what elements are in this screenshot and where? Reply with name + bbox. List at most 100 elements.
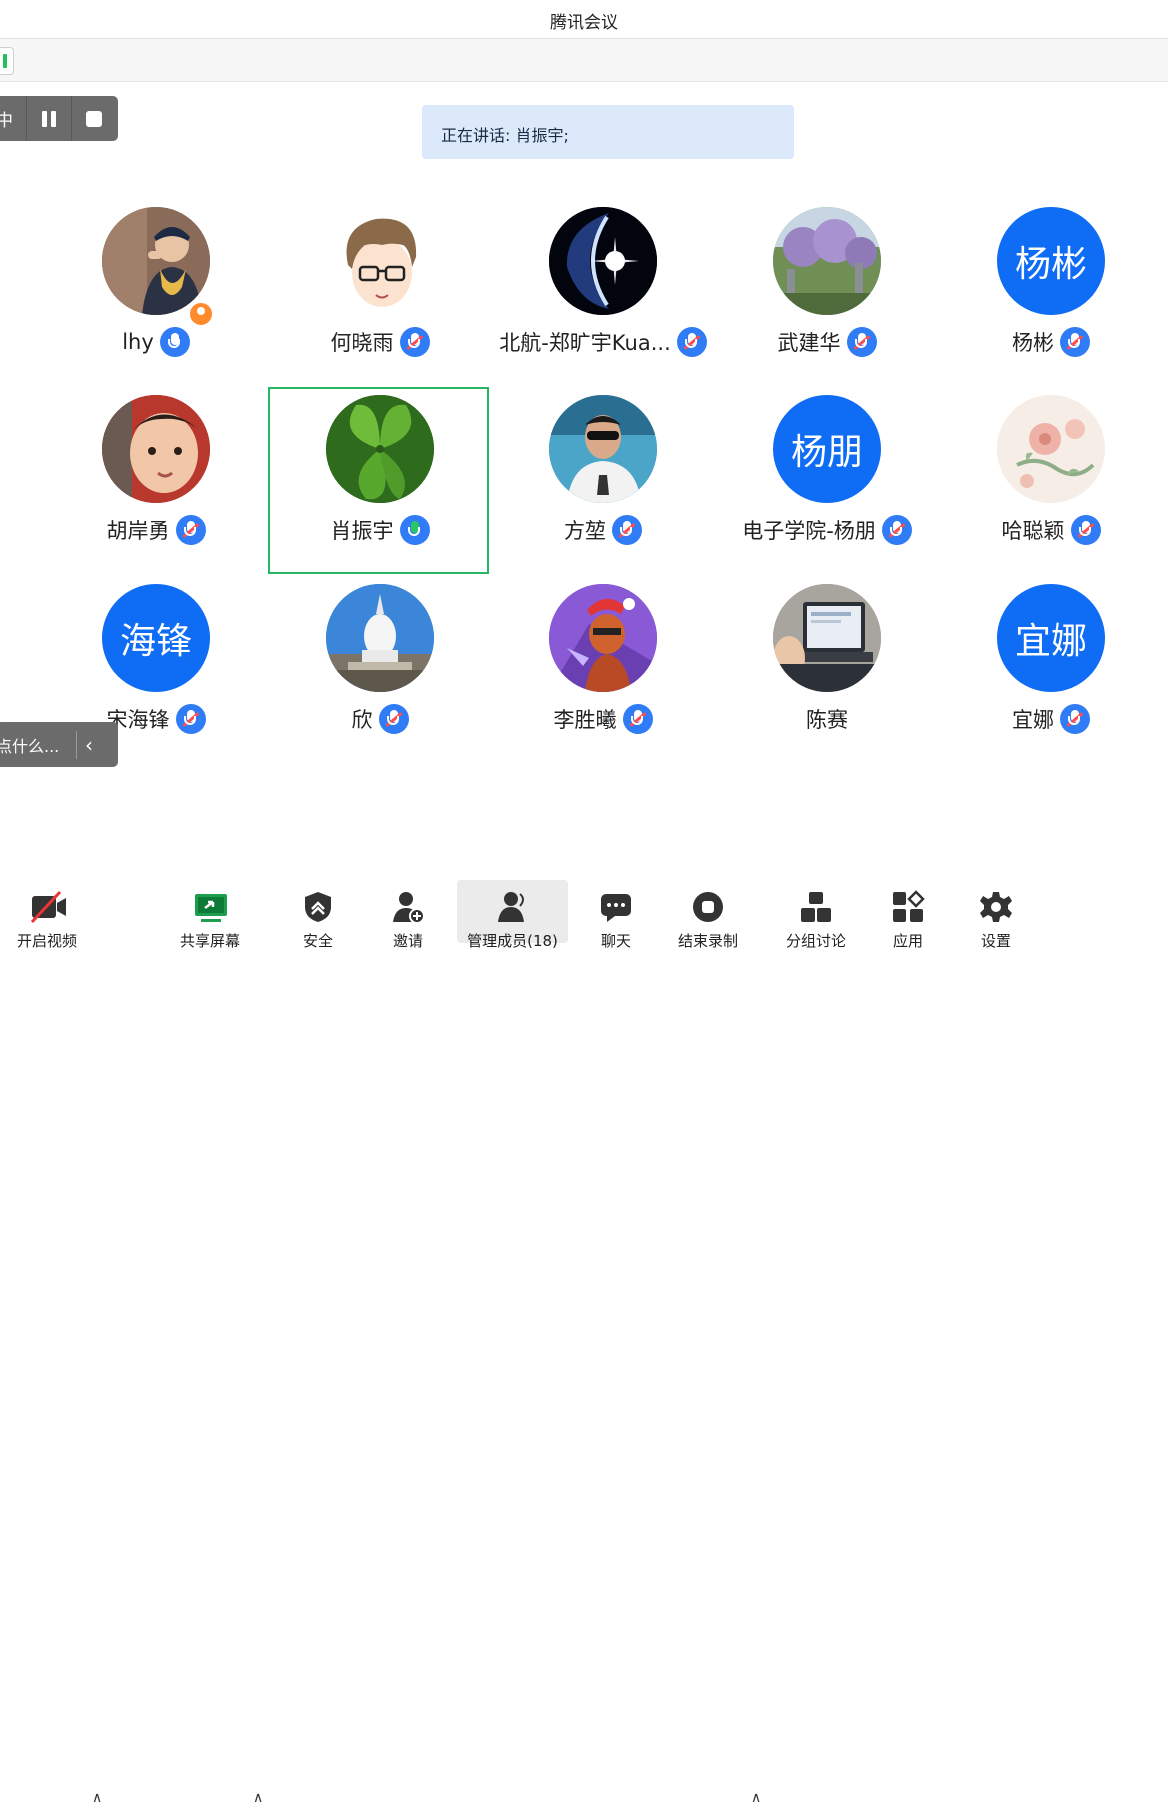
member-name: 方堃 <box>564 519 606 543</box>
member-tile[interactable]: 北航-郑旷宇Kua... <box>491 207 715 395</box>
member-tile[interactable]: 何晓雨 <box>268 207 492 395</box>
microphone-muted-icon[interactable] <box>399 327 430 357</box>
microphone-muted-icon[interactable] <box>175 515 206 545</box>
apps-button[interactable]: 应用 <box>880 880 936 950</box>
member-name: 李胜曦 <box>553 708 617 732</box>
member-tile[interactable]: 武建华 <box>715 207 939 395</box>
member-name-row: 何晓雨 <box>268 327 492 357</box>
apps-label: 应用 <box>892 932 923 950</box>
microphone-muted-icon[interactable] <box>881 515 912 545</box>
member-tile[interactable]: 方堃 <box>491 395 715 583</box>
share-screen-button[interactable]: 共享屏幕 <box>170 880 250 950</box>
stop-record-icon <box>691 890 725 924</box>
avatar <box>102 207 210 315</box>
stop-recording-button[interactable] <box>72 110 116 127</box>
member-name-row: lhy <box>44 327 268 357</box>
member-name-row: 陈赛 <box>715 704 939 734</box>
share-screen-icon <box>193 890 227 924</box>
member-name-row: 杨彬 <box>939 327 1163 357</box>
video-options-chevron-icon[interactable]: ∧ <box>92 1790 102 1806</box>
signal-icon <box>3 54 7 68</box>
member-name-row: 北航-郑旷宇Kua... <box>491 327 715 357</box>
microphone-muted-icon[interactable] <box>676 327 707 357</box>
avatar <box>102 395 210 503</box>
video-off-icon <box>30 890 66 924</box>
member-name-row: 武建华 <box>715 327 939 357</box>
avatar <box>773 207 881 315</box>
member-name-row: 欣 <box>268 704 492 734</box>
avatar <box>997 395 1105 503</box>
member-tile[interactable]: 欣 <box>268 584 492 772</box>
end-recording-button[interactable]: 结束录制 <box>670 880 746 950</box>
microphone-muted-icon[interactable] <box>846 327 877 357</box>
chat-label: 聊天 <box>600 932 631 950</box>
microphone-icon[interactable] <box>159 327 190 357</box>
microphone-muted-icon[interactable] <box>378 704 409 734</box>
speaking-banner: 正在讲话: 肖振宇; <box>422 105 794 159</box>
member-tile[interactable]: 李胜曦 <box>491 584 715 772</box>
video-label: 开启视频 <box>16 932 77 950</box>
member-tile[interactable]: 哈聪颖 <box>939 395 1163 583</box>
host-badge-icon <box>188 301 214 327</box>
window-title: 腾讯会议 <box>550 13 618 33</box>
record-options-chevron-icon[interactable]: ∧ <box>751 1790 761 1806</box>
chat-input-pill[interactable]: 点什么... ‹ <box>0 722 118 767</box>
invite-button[interactable]: 邀请 <box>378 880 438 950</box>
chat-input-placeholder[interactable]: 点什么... <box>0 733 68 757</box>
avatar <box>549 584 657 692</box>
member-name-row: 李胜曦 <box>491 704 715 734</box>
member-tile[interactable]: lhy <box>44 207 268 395</box>
gear-icon <box>979 890 1013 924</box>
manage-members-label: 管理成员(18) <box>467 932 558 950</box>
apps-grid-icon <box>891 890 925 924</box>
member-name-row: 宜娜 <box>939 704 1163 734</box>
breakout-icon <box>799 890 833 924</box>
avatar <box>549 207 657 315</box>
member-name: 宜娜 <box>1012 708 1054 732</box>
member-name: lhy <box>122 330 154 354</box>
member-tile[interactable]: 杨彬 杨彬 <box>939 207 1163 395</box>
settings-button[interactable]: 设置 <box>968 880 1024 950</box>
video-button[interactable]: 开启视频 <box>8 880 86 950</box>
microphone-muted-icon[interactable] <box>175 704 206 734</box>
breakout-rooms-button[interactable]: 分组讨论 <box>778 880 854 950</box>
add-user-icon <box>391 890 425 924</box>
member-tile[interactable]: 宜娜 宜娜 <box>939 584 1163 772</box>
member-name: 北航-郑旷宇Kua... <box>499 331 671 355</box>
microphone-muted-icon[interactable] <box>1060 704 1090 734</box>
top-strip <box>0 39 1168 82</box>
bottom-toolbar: 开启视频 ∧ 共享屏幕 ∧ 安全 邀请 管理成员(18) 聊天 结束录制 ∧ 分… <box>0 880 1168 1806</box>
member-tile[interactable]: 胡岸勇 <box>44 395 268 583</box>
member-tile[interactable]: 陈赛 <box>715 584 939 772</box>
share-options-chevron-icon[interactable]: ∧ <box>253 1790 263 1806</box>
member-tile[interactable]: 杨朋 电子学院-杨朋 <box>715 395 939 583</box>
security-button[interactable]: 安全 <box>290 880 346 950</box>
member-name: 武建华 <box>777 331 841 355</box>
pause-recording-button[interactable] <box>27 110 71 127</box>
chat-button[interactable]: 聊天 <box>588 880 644 950</box>
member-name: 电子学院-杨朋 <box>742 519 876 543</box>
avatar <box>326 207 434 315</box>
member-name-row: 哈聪颖 <box>939 515 1163 545</box>
member-name-row: 电子学院-杨朋 <box>715 515 939 545</box>
breakout-rooms-label: 分组讨论 <box>785 932 846 950</box>
member-name: 哈聪颖 <box>1001 519 1065 543</box>
recording-status: 中 <box>0 111 13 131</box>
microphone-muted-icon[interactable] <box>1070 515 1101 545</box>
microphone-muted-icon[interactable] <box>622 704 653 734</box>
member-name: 杨彬 <box>1012 331 1054 355</box>
avatar <box>326 584 434 692</box>
chevron-left-icon[interactable]: ‹ <box>85 733 93 757</box>
manage-members-button[interactable]: 管理成员(18) <box>457 880 568 950</box>
member-name-row: 方堃 <box>491 515 715 545</box>
network-signal-button[interactable] <box>0 47 14 75</box>
microphone-muted-icon[interactable] <box>1060 327 1090 357</box>
member-name: 胡岸勇 <box>106 519 170 543</box>
chat-bubble-icon <box>599 890 633 924</box>
recording-control: 中 <box>0 96 118 141</box>
end-recording-label: 结束录制 <box>677 932 738 950</box>
avatar <box>549 395 657 503</box>
active-speaker-frame <box>268 387 489 574</box>
settings-label: 设置 <box>980 932 1011 950</box>
microphone-muted-icon[interactable] <box>612 515 642 545</box>
